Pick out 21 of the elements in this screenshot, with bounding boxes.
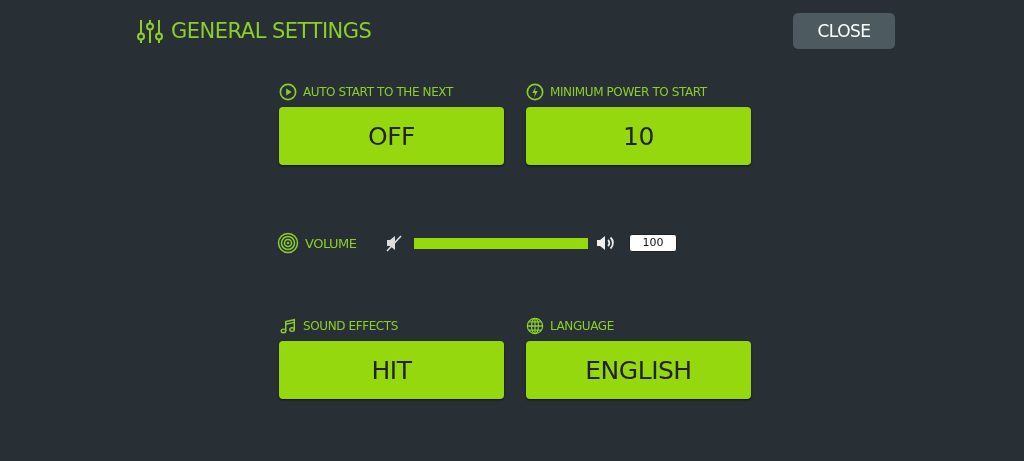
volume-value-field[interactable]: 100 bbox=[629, 234, 677, 252]
setting-label: SOUND EFFECTS bbox=[303, 319, 398, 333]
close-button[interactable]: CLOSE bbox=[793, 13, 895, 49]
globe-icon bbox=[526, 317, 544, 335]
setting-value-button[interactable]: HIT bbox=[279, 341, 504, 399]
play-icon bbox=[279, 83, 297, 101]
setting-value-button[interactable]: ENGLISH bbox=[526, 341, 751, 399]
volume-slider[interactable] bbox=[414, 237, 588, 249]
setting-label: LANGUAGE bbox=[550, 319, 614, 333]
setting-value-button[interactable]: 10 bbox=[526, 107, 751, 165]
sliders-icon bbox=[137, 18, 163, 44]
lightning-icon bbox=[526, 83, 544, 101]
setting-label: MINIMUM POWER TO START bbox=[550, 85, 707, 99]
setting-label: AUTO START TO THE NEXT bbox=[303, 85, 453, 99]
mute-icon[interactable] bbox=[384, 233, 404, 253]
target-icon bbox=[277, 232, 299, 254]
music-note-icon bbox=[279, 317, 297, 335]
setting-value-button[interactable]: OFF bbox=[279, 107, 504, 165]
settings-title: GENERAL SETTINGS bbox=[171, 19, 372, 43]
speaker-icon[interactable] bbox=[595, 233, 615, 253]
volume-label: VOLUME bbox=[305, 235, 358, 251]
